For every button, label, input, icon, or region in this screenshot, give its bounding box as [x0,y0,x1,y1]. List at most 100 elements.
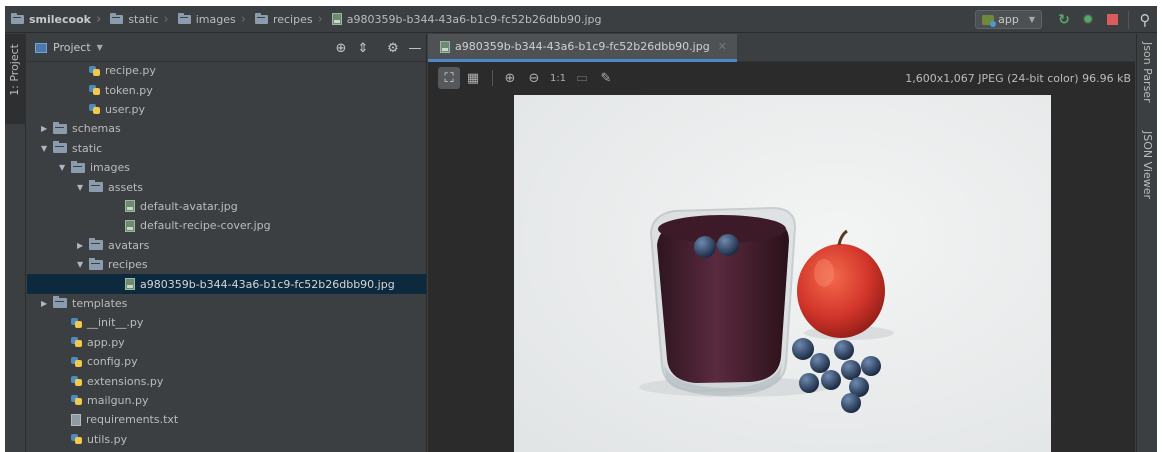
tree-file-row[interactable]: recipe.py [27,61,426,80]
tree-file-row[interactable]: app.py [27,333,426,352]
project-tool-tab[interactable]: 1: Project [5,34,26,124]
tree-item-label: static [72,141,103,155]
python-file-icon [71,356,83,368]
folder-icon [11,12,24,24]
tree-file-row[interactable]: utils.py [27,430,426,449]
folder-icon [177,12,191,24]
toolbar-divider [1128,10,1129,29]
tree-file-row[interactable]: default-avatar.jpg [27,197,426,216]
hide-panel-icon[interactable]: — [404,41,426,56]
stop-button[interactable] [1100,6,1124,33]
folder-icon [110,12,124,24]
right-tool-strip: Json Parser JSON Viewer [1136,34,1157,452]
editor-tab-image-file[interactable]: a980359b-b344-43a6-b1c9-fc52b26dbb90.jpg… [428,34,737,62]
folder-icon [89,257,103,270]
tree-item-label: config.py [87,355,138,369]
tree-file-row[interactable]: token.py [27,80,426,99]
expanded-arrow-icon[interactable]: ▼ [59,163,71,172]
tree-item-label: avatars [108,238,150,252]
project-view-selector[interactable]: Project [53,41,91,54]
run-toolbar: app ▼ ↻ ✹ ⚲ [975,6,1157,33]
tree-item-label: requirements.txt [86,413,179,427]
fit-zoom-icon[interactable]: ▭ [571,67,593,89]
tree-folder-row[interactable]: ▶ templates [27,294,426,313]
grid-toggle-icon[interactable]: ▦ [462,67,484,89]
tree-item-label: mailgun.py [87,393,149,407]
fit-zoom-to-window-icon[interactable]: ⛶ [438,67,460,89]
tree-item-label: default-avatar.jpg [140,199,238,213]
image-file-icon [125,278,135,291]
breadcrumb-recipes[interactable]: recipes › [246,6,323,33]
collapsed-arrow-icon[interactable]: ▶ [41,124,53,133]
debug-icon: ✹ [1082,11,1094,28]
expanded-arrow-icon[interactable]: ▼ [77,183,89,192]
tree-file-row[interactable]: mailgun.py [27,391,426,410]
editor-tab-bar: a980359b-b344-43a6-b1c9-fc52b26dbb90.jpg… [428,34,1135,62]
tree-file-row[interactable]: config.py [27,352,426,371]
tree-folder-row[interactable]: ▼ static [27,139,426,158]
tree-file-row[interactable]: a980359b-b344-43a6-b1c9-fc52b26dbb90.jpg [27,274,426,294]
chevron-down-icon[interactable]: ▼ [97,43,103,52]
close-tab-icon[interactable]: ✕ [718,40,727,53]
tree-item-label: schemas [72,122,121,136]
project-tool-tab-label: 1: Project [8,44,21,96]
tree-file-row[interactable]: requirements.txt [27,410,426,429]
color-picker-icon[interactable]: ✎ [595,67,617,89]
image-file-icon [440,40,450,53]
folder-icon [89,238,103,251]
json-parser-tool-tab[interactable]: Json Parser [1141,42,1154,103]
tree-file-row[interactable]: extensions.py [27,371,426,390]
project-panel-header: Project ▼ ⊕ ⇕ ⚙ — [27,34,426,62]
tree-folder-row[interactable]: ▼ recipes [27,255,426,274]
breadcrumb-static[interactable]: static › [101,6,169,33]
project-panel-tools: ⊕ ⇕ ⚙ — [330,34,426,62]
tree-file-row[interactable]: __init__.py [27,313,426,332]
tree-folder-row[interactable]: ▶ schemas [27,119,426,138]
folder-icon [71,160,85,173]
tree-item-label: utils.py [87,432,128,446]
tree-folder-row[interactable]: ▼ images [27,158,426,177]
search-everywhere-button[interactable]: ⚲ [1133,6,1157,33]
smoothie-photo [514,95,1051,452]
rerun-button[interactable]: ↻ [1052,6,1076,33]
project-tree: recipe.py token.py user.py ▶ schemas ▼ static ▼… [27,62,426,452]
collapsed-arrow-icon[interactable]: ▶ [77,241,89,250]
ide-window: smilecook › static › images › recipes › … [5,6,1157,452]
image-info-text: 1,600x1,067 JPEG (24-bit color) 96.96 kB [905,71,1131,85]
image-file-icon [331,13,342,25]
tree-item-label: token.py [105,83,153,97]
collapse-all-icon[interactable]: ⇕ [352,41,374,56]
image-viewer-toolbar: ⛶ ▦ ⊕ ⊖ 1:1 ▭ ✎ 1,600x1,067 JPEG (24-bit… [428,63,1135,93]
expanded-arrow-icon[interactable]: ▼ [41,144,53,153]
collapsed-arrow-icon[interactable]: ▶ [41,299,53,308]
settings-gear-icon[interactable]: ⚙ [382,41,404,56]
python-file-icon [71,375,83,387]
json-viewer-tool-tab[interactable]: JSON Viewer [1141,131,1154,199]
tree-item-label: images [90,161,130,175]
python-file-icon [89,84,101,96]
tree-item-label: extensions.py [87,374,164,388]
actual-size-button[interactable]: 1:1 [547,67,569,89]
zoom-out-icon[interactable]: ⊖ [523,67,545,89]
python-file-icon [71,394,83,406]
tree-folder-row[interactable]: ▼ assets [27,177,426,196]
tree-folder-row[interactable]: ▶ avatars [27,236,426,255]
run-configuration-dropdown[interactable]: app ▼ [975,10,1042,29]
navigation-bar: smilecook › static › images › recipes › … [5,6,1157,33]
project-panel: Project ▼ ⊕ ⇕ ⚙ — recipe.py token.py user.… [27,34,427,452]
folder-icon [53,296,67,309]
tree-file-row[interactable]: default-recipe-cover.jpg [27,216,426,235]
breadcrumb-image-file[interactable]: a980359b-b344-43a6-b1c9-fc52b26dbb90.jpg [323,6,601,33]
project-icon [35,42,47,53]
editor-area: a980359b-b344-43a6-b1c9-fc52b26dbb90.jpg… [428,34,1135,452]
expanded-arrow-icon[interactable]: ▼ [77,260,89,269]
tree-file-row[interactable]: user.py [27,100,426,119]
breadcrumb-images[interactable]: images › [169,6,246,33]
locate-file-icon[interactable]: ⊕ [330,41,352,56]
zoom-in-icon[interactable]: ⊕ [499,67,521,89]
python-file-icon [71,317,83,329]
debug-button[interactable]: ✹ [1076,6,1100,33]
python-file-icon [71,433,83,445]
breadcrumb-smilecook[interactable]: smilecook › [5,6,101,33]
tree-item-label: __init__.py [87,316,144,330]
